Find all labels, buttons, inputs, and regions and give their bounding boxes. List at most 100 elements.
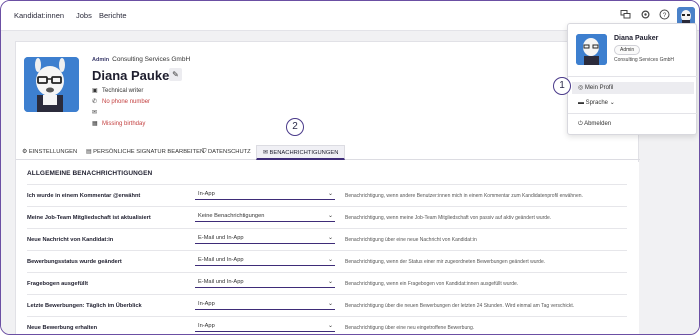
envelope-icon: ✉	[263, 150, 268, 156]
admin-badge: Admin	[92, 57, 110, 63]
select-value: E-Mail und In-App	[198, 257, 244, 263]
phone-icon: ✆	[92, 99, 98, 105]
step-callout-2: 2	[286, 118, 304, 136]
notification-row: Fragebogen ausgefüllt E-Mail und In-App ⌄…	[27, 272, 627, 294]
row-description: Benachrichtigung, wenn andere Benutzer:i…	[345, 193, 583, 199]
chevron-down-icon: ⌄	[327, 279, 333, 285]
row-label: Ich wurde in einem Kommentar @erwähnt	[27, 193, 141, 199]
envelope-icon: ✉	[92, 110, 98, 116]
row-label: Meine Job-Team Mitgliedschaft ist aktual…	[27, 215, 151, 221]
tab-settings[interactable]: ⚙ EINSTELLUNGEN	[16, 145, 83, 160]
tab-signature[interactable]: ▤ PERSÖNLICHE SIGNATUR BEARBEITEN	[80, 145, 210, 160]
profile-tabs: ⚙ EINSTELLUNGEN ▤ PERSÖNLICHE SIGNATUR B…	[16, 145, 640, 160]
tab-settings-label: EINSTELLUNGEN	[28, 149, 78, 155]
dropdown-company: Consulting Services GmbH	[614, 57, 675, 63]
gear-icon: ⚙	[22, 149, 28, 155]
section-title: ALLGEMEINE BENACHRICHTIGUNGEN	[27, 170, 153, 177]
menu-item-label: Sprache	[585, 100, 609, 106]
nav-reports[interactable]: Berichte	[99, 11, 127, 20]
row-description: Benachrichtigung über eine neu eingetrof…	[345, 325, 475, 331]
help-icon[interactable]: ?	[658, 9, 671, 22]
shield-icon: ⛉	[202, 149, 207, 155]
tab-signature-label: PERSÖNLICHE SIGNATUR BEARBEITEN	[93, 149, 205, 155]
chevron-down-icon: ⌄	[327, 301, 333, 307]
divider	[568, 76, 698, 77]
notification-row: Neue Nachricht von Kandidat:in E-Mail un…	[27, 228, 627, 250]
email-row: ✉	[92, 109, 102, 116]
notification-select[interactable]: In-App ⌄	[195, 189, 335, 200]
profile-name: Diana Pauker	[92, 68, 175, 83]
select-value: E-Mail und In-App	[198, 279, 244, 285]
briefcase-icon: ▣	[92, 88, 98, 94]
user-icon: ◎	[578, 85, 584, 91]
dropdown-role-badge: Admin	[614, 45, 641, 55]
notification-row: Ich wurde in einem Kommentar @erwähnt In…	[27, 184, 627, 206]
chevron-down-icon: ⌄	[327, 191, 333, 197]
nav-jobs[interactable]: Jobs	[76, 11, 92, 20]
company-line: Admin Consulting Services GmbH	[92, 56, 190, 63]
edit-profile-button[interactable]: ✎	[169, 68, 182, 81]
notification-row: Bewerbungsstatus wurde geändert E-Mail u…	[27, 250, 627, 272]
job-title-row: ▣ Technical writer	[92, 87, 143, 94]
select-value: Keine Benachrichtigungen	[198, 213, 265, 219]
menu-item-language[interactable]: ▬ Sprache ⌄	[572, 97, 694, 109]
menu-item-label: Mein Profil	[584, 85, 614, 91]
tab-notifications[interactable]: ✉ BENACHRICHTIGUNGEN	[256, 145, 346, 160]
notification-row: Neue Bewerbung erhalten In-App ⌄ Benachri…	[27, 316, 627, 334]
profile-card: Admin Consulting Services GmbH Diana Pauk…	[15, 41, 640, 334]
select-value: In-App	[198, 323, 215, 329]
chevron-down-icon: ⌄	[327, 257, 333, 263]
row-description: Benachrichtigung, wenn ein Fragebogen vo…	[345, 281, 519, 287]
row-description: Benachrichtigung, wenn meine Job-Team Mi…	[345, 215, 552, 221]
phone-value: No phone number	[102, 99, 151, 105]
logout-icon: ⏻	[578, 121, 583, 127]
row-label: Neue Nachricht von Kandidat:in	[27, 237, 114, 243]
user-menu-dropdown: Diana Pauker Admin Consulting Services G…	[567, 23, 698, 135]
menu-item-label: Abmelden	[584, 121, 612, 127]
nav-candidates[interactable]: Kandidat:innen	[14, 11, 64, 20]
language-icon: ▬	[578, 100, 584, 106]
birthday-row[interactable]: ▦ Missing birthday	[92, 120, 145, 127]
chat-icon[interactable]	[619, 9, 632, 22]
row-label: Fragebogen ausgefüllt	[27, 281, 88, 287]
notification-select[interactable]: E-Mail und In-App ⌄	[195, 277, 335, 288]
notification-select[interactable]: In-App ⌄	[195, 321, 335, 332]
notification-select[interactable]: E-Mail und In-App ⌄	[195, 255, 335, 266]
select-value: In-App	[198, 191, 215, 197]
chevron-down-icon: ⌄	[327, 213, 333, 219]
tab-privacy-label: DATENSCHUTZ	[207, 149, 251, 155]
notification-row: Meine Job-Team Mitgliedschaft ist aktual…	[27, 206, 627, 228]
notification-select[interactable]: E-Mail und In-App ⌄	[195, 233, 335, 244]
row-description: Benachrichtigung über die neuen Bewerbun…	[345, 303, 575, 309]
row-label: Letzte Bewerbungen: Täglich im Überblick	[27, 303, 142, 309]
select-value: In-App	[198, 301, 215, 307]
notification-select[interactable]: Keine Benachrichtigungen ⌄	[195, 211, 335, 222]
company-name: Consulting Services GmbH	[112, 56, 191, 63]
step-callout-1: 1	[553, 77, 571, 95]
menu-item-my-profile[interactable]: ◎ Mein Profil	[572, 82, 694, 94]
phone-row[interactable]: ✆ No phone number	[92, 98, 150, 105]
dropdown-avatar	[576, 34, 607, 65]
select-value: E-Mail und In-App	[198, 235, 244, 241]
signature-icon: ▤	[86, 149, 92, 155]
dropdown-user-name: Diana Pauker	[614, 35, 659, 42]
calendar-icon: ▦	[92, 121, 98, 127]
tab-notifications-label: BENACHRICHTIGUNGEN	[269, 150, 339, 156]
gear-icon[interactable]	[639, 9, 652, 22]
job-title: Technical writer	[102, 88, 144, 94]
profile-avatar	[24, 57, 79, 112]
menu-item-logout[interactable]: ⏻ Abmelden	[572, 118, 694, 130]
row-label: Neue Bewerbung erhalten	[27, 325, 98, 331]
chevron-down-icon: ⌄	[327, 235, 333, 241]
chevron-down-icon: ⌄	[327, 323, 333, 329]
birthday-value: Missing birthday	[102, 121, 146, 127]
notifications-section: ALLGEMEINE BENACHRICHTIGUNGEN Ich wurde …	[17, 162, 639, 334]
chevron-down-icon: ⌄	[609, 100, 615, 106]
tab-privacy[interactable]: ⛉ DATENSCHUTZ	[196, 145, 257, 160]
divider	[568, 113, 698, 114]
row-label: Bewerbungsstatus wurde geändert	[27, 259, 122, 265]
notification-select[interactable]: In-App ⌄	[195, 299, 335, 310]
pencil-icon: ✎	[172, 70, 179, 79]
row-description: Benachrichtigung, wenn der Status einer …	[345, 259, 546, 265]
app-window: Kandidat:innen Jobs Berichte ? Admin Con…	[0, 0, 700, 335]
